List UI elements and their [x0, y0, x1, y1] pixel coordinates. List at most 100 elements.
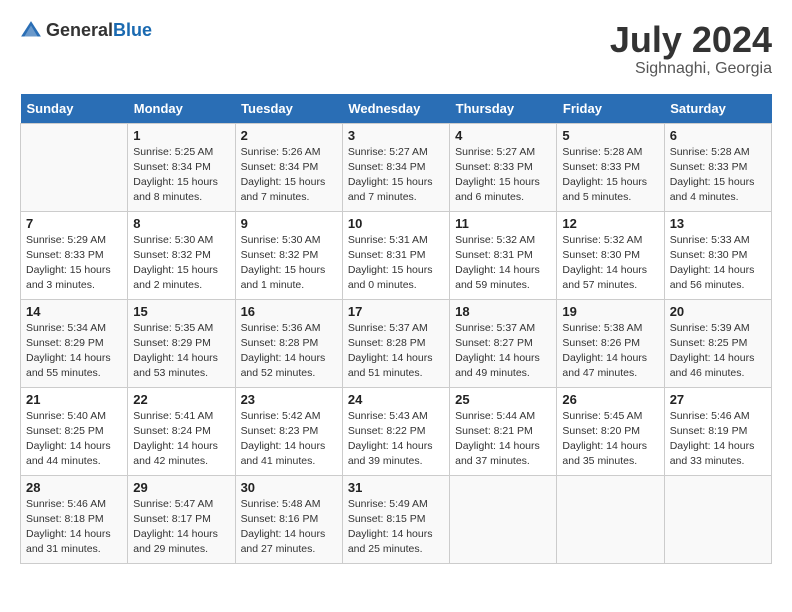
weekday-header-tuesday: Tuesday: [235, 94, 342, 124]
day-info: Sunrise: 5:40 AM Sunset: 8:25 PM Dayligh…: [26, 409, 122, 470]
day-cell: 9 Sunrise: 5:30 AM Sunset: 8:32 PM Daylig…: [235, 211, 342, 299]
day-number: 13: [670, 216, 766, 231]
weekday-header-row: SundayMondayTuesdayWednesdayThursdayFrid…: [21, 94, 772, 124]
day-cell: [664, 475, 771, 563]
day-number: 18: [455, 304, 551, 319]
week-row-4: 21 Sunrise: 5:40 AM Sunset: 8:25 PM Dayli…: [21, 387, 772, 475]
day-cell: [557, 475, 664, 563]
page-header: GeneralBlue July 2024 Sighnaghi, Georgia: [20, 20, 772, 78]
day-cell: 28Sunrise: 5:46 AM Sunset: 8:18 PM Dayli…: [21, 475, 128, 563]
title-block: July 2024 Sighnaghi, Georgia: [610, 20, 772, 78]
day-cell: 2Sunrise: 5:26 AM Sunset: 8:34 PM Daylig…: [235, 123, 342, 211]
day-info: Sunrise: 5:27 AM Sunset: 8:33 PM Dayligh…: [455, 145, 551, 206]
day-cell: 25 Sunrise: 5:44 AM Sunset: 8:21 PM Dayli…: [450, 387, 557, 475]
day-info: Sunrise: 5:41 AM Sunset: 8:24 PM Dayligh…: [133, 409, 229, 470]
day-info: Sunrise: 5:47 AM Sunset: 8:17 PM Dayligh…: [133, 497, 229, 558]
logo-text: GeneralBlue: [46, 21, 152, 41]
day-cell: 27Sunrise: 5:46 AM Sunset: 8:19 PM Dayli…: [664, 387, 771, 475]
day-cell: 8 Sunrise: 5:30 AM Sunset: 8:32 PM Daylig…: [128, 211, 235, 299]
day-number: 8: [133, 216, 229, 231]
day-info: Sunrise: 5:33 AM Sunset: 8:30 PM Dayligh…: [670, 233, 766, 294]
day-number: 3: [348, 128, 444, 143]
day-number: 29: [133, 480, 229, 495]
day-number: 21: [26, 392, 122, 407]
day-number: 6: [670, 128, 766, 143]
week-row-5: 28Sunrise: 5:46 AM Sunset: 8:18 PM Dayli…: [21, 475, 772, 563]
day-cell: 30 Sunrise: 5:48 AM Sunset: 8:16 PM Dayli…: [235, 475, 342, 563]
day-info: Sunrise: 5:31 AM Sunset: 8:31 PM Dayligh…: [348, 233, 444, 294]
weekday-header-wednesday: Wednesday: [342, 94, 449, 124]
day-cell: 1Sunrise: 5:25 AM Sunset: 8:34 PM Daylig…: [128, 123, 235, 211]
day-cell: 19 Sunrise: 5:38 AM Sunset: 8:26 PM Dayli…: [557, 299, 664, 387]
day-number: 12: [562, 216, 658, 231]
day-cell: 26Sunrise: 5:45 AM Sunset: 8:20 PM Dayli…: [557, 387, 664, 475]
weekday-header-sunday: Sunday: [21, 94, 128, 124]
weekday-header-thursday: Thursday: [450, 94, 557, 124]
day-number: 11: [455, 216, 551, 231]
day-cell: 14Sunrise: 5:34 AM Sunset: 8:29 PM Dayli…: [21, 299, 128, 387]
day-info: Sunrise: 5:30 AM Sunset: 8:32 PM Dayligh…: [241, 233, 337, 294]
day-cell: 3 Sunrise: 5:27 AM Sunset: 8:34 PM Daylig…: [342, 123, 449, 211]
day-cell: 13 Sunrise: 5:33 AM Sunset: 8:30 PM Dayli…: [664, 211, 771, 299]
day-cell: 10 Sunrise: 5:31 AM Sunset: 8:31 PM Dayli…: [342, 211, 449, 299]
day-number: 25: [455, 392, 551, 407]
day-info: Sunrise: 5:37 AM Sunset: 8:27 PM Dayligh…: [455, 321, 551, 382]
day-info: Sunrise: 5:28 AM Sunset: 8:33 PM Dayligh…: [562, 145, 658, 206]
day-number: 20: [670, 304, 766, 319]
day-number: 2: [241, 128, 337, 143]
logo-general: General: [46, 20, 113, 40]
day-info: Sunrise: 5:27 AM Sunset: 8:34 PM Dayligh…: [348, 145, 444, 206]
day-number: 17: [348, 304, 444, 319]
weekday-header-friday: Friday: [557, 94, 664, 124]
day-number: 9: [241, 216, 337, 231]
day-info: Sunrise: 5:32 AM Sunset: 8:30 PM Dayligh…: [562, 233, 658, 294]
week-row-3: 14Sunrise: 5:34 AM Sunset: 8:29 PM Dayli…: [21, 299, 772, 387]
day-number: 24: [348, 392, 444, 407]
day-cell: [450, 475, 557, 563]
day-info: Sunrise: 5:38 AM Sunset: 8:26 PM Dayligh…: [562, 321, 658, 382]
day-info: Sunrise: 5:44 AM Sunset: 8:21 PM Dayligh…: [455, 409, 551, 470]
day-number: 27: [670, 392, 766, 407]
day-number: 22: [133, 392, 229, 407]
week-row-1: 1Sunrise: 5:25 AM Sunset: 8:34 PM Daylig…: [21, 123, 772, 211]
day-cell: 6Sunrise: 5:28 AM Sunset: 8:33 PM Daylig…: [664, 123, 771, 211]
day-cell: 22 Sunrise: 5:41 AM Sunset: 8:24 PM Dayli…: [128, 387, 235, 475]
day-info: Sunrise: 5:43 AM Sunset: 8:22 PM Dayligh…: [348, 409, 444, 470]
day-info: Sunrise: 5:45 AM Sunset: 8:20 PM Dayligh…: [562, 409, 658, 470]
day-cell: 23Sunrise: 5:42 AM Sunset: 8:23 PM Dayli…: [235, 387, 342, 475]
day-number: 15: [133, 304, 229, 319]
day-number: 10: [348, 216, 444, 231]
day-info: Sunrise: 5:48 AM Sunset: 8:16 PM Dayligh…: [241, 497, 337, 558]
logo-blue: Blue: [113, 20, 152, 40]
day-cell: 21 Sunrise: 5:40 AM Sunset: 8:25 PM Dayli…: [21, 387, 128, 475]
week-row-2: 7 Sunrise: 5:29 AM Sunset: 8:33 PM Daylig…: [21, 211, 772, 299]
weekday-header-saturday: Saturday: [664, 94, 771, 124]
day-cell: 16 Sunrise: 5:36 AM Sunset: 8:28 PM Dayli…: [235, 299, 342, 387]
day-cell: 17 Sunrise: 5:37 AM Sunset: 8:28 PM Dayli…: [342, 299, 449, 387]
day-cell: 15Sunrise: 5:35 AM Sunset: 8:29 PM Dayli…: [128, 299, 235, 387]
day-number: 7: [26, 216, 122, 231]
day-number: 16: [241, 304, 337, 319]
day-cell: 11 Sunrise: 5:32 AM Sunset: 8:31 PM Dayli…: [450, 211, 557, 299]
calendar-table: SundayMondayTuesdayWednesdayThursdayFrid…: [20, 94, 772, 564]
day-info: Sunrise: 5:37 AM Sunset: 8:28 PM Dayligh…: [348, 321, 444, 382]
day-cell: 24 Sunrise: 5:43 AM Sunset: 8:22 PM Dayli…: [342, 387, 449, 475]
day-info: Sunrise: 5:32 AM Sunset: 8:31 PM Dayligh…: [455, 233, 551, 294]
day-number: 19: [562, 304, 658, 319]
day-cell: 12 Sunrise: 5:32 AM Sunset: 8:30 PM Dayli…: [557, 211, 664, 299]
day-info: Sunrise: 5:30 AM Sunset: 8:32 PM Dayligh…: [133, 233, 229, 294]
day-number: 31: [348, 480, 444, 495]
day-cell: 18 Sunrise: 5:37 AM Sunset: 8:27 PM Dayli…: [450, 299, 557, 387]
day-cell: 20Sunrise: 5:39 AM Sunset: 8:25 PM Dayli…: [664, 299, 771, 387]
logo: GeneralBlue: [20, 20, 152, 42]
day-cell: 5 Sunrise: 5:28 AM Sunset: 8:33 PM Daylig…: [557, 123, 664, 211]
month-title: July 2024: [610, 20, 772, 60]
day-number: 5: [562, 128, 658, 143]
day-number: 28: [26, 480, 122, 495]
day-info: Sunrise: 5:36 AM Sunset: 8:28 PM Dayligh…: [241, 321, 337, 382]
location-title: Sighnaghi, Georgia: [610, 60, 772, 78]
day-number: 30: [241, 480, 337, 495]
day-cell: 7 Sunrise: 5:29 AM Sunset: 8:33 PM Daylig…: [21, 211, 128, 299]
day-info: Sunrise: 5:34 AM Sunset: 8:29 PM Dayligh…: [26, 321, 122, 382]
day-info: Sunrise: 5:29 AM Sunset: 8:33 PM Dayligh…: [26, 233, 122, 294]
